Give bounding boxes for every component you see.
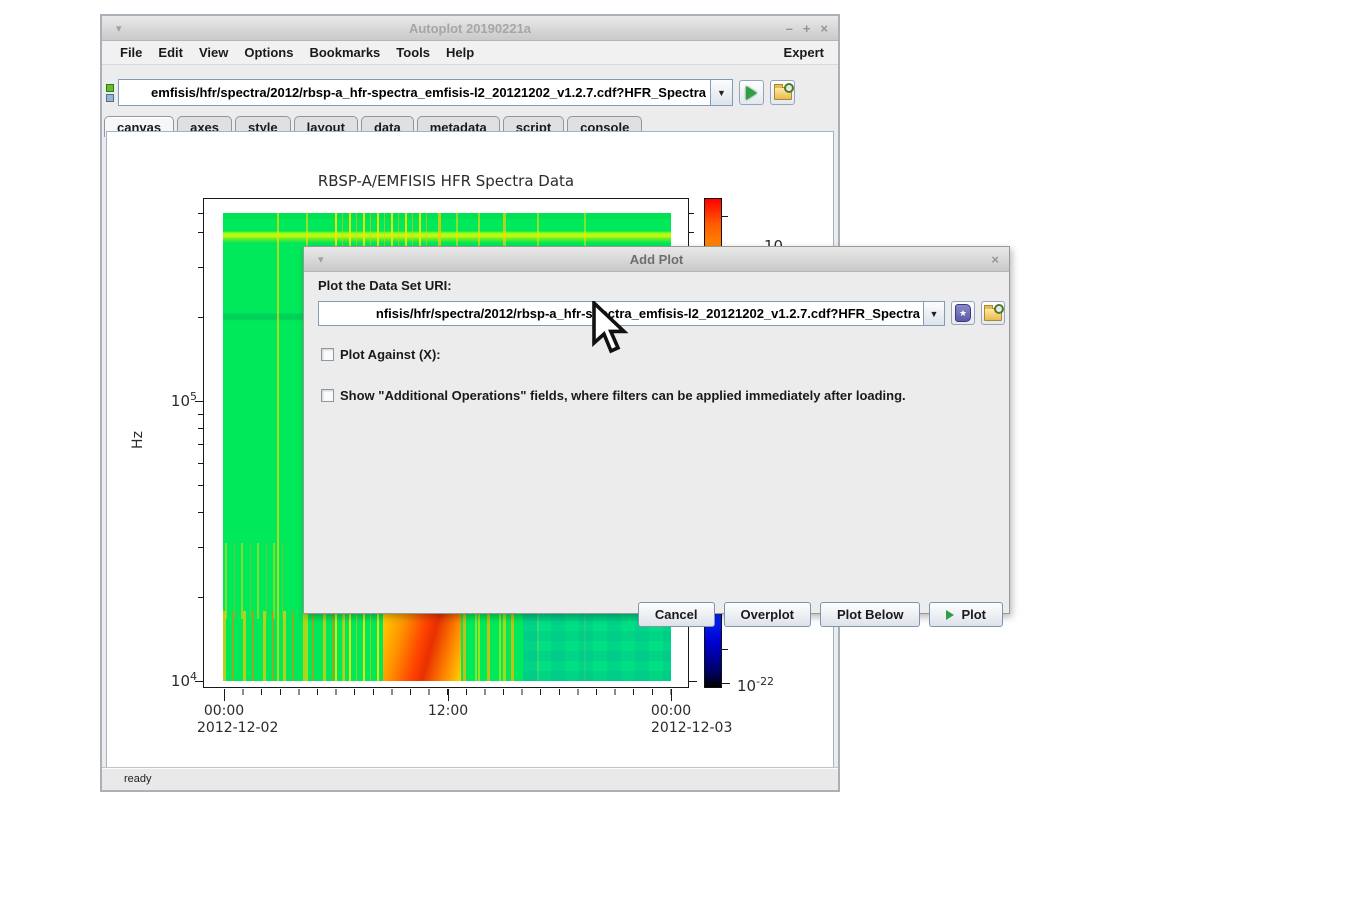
window-title: Autoplot 20190221a xyxy=(102,21,838,36)
menu-help[interactable]: Help xyxy=(438,45,482,60)
uri-toolbar: ▼ xyxy=(102,65,838,114)
cancel-button[interactable]: Cancel xyxy=(638,602,715,627)
menu-view[interactable]: View xyxy=(191,45,236,60)
dialog-bookmark-button[interactable]: ★ xyxy=(951,301,975,325)
maximize-button[interactable]: + xyxy=(803,22,811,35)
folder-magnifier-icon xyxy=(984,308,1002,321)
play-icon xyxy=(746,86,757,100)
dialog-button-row: Cancel Overplot Plot Below Plot xyxy=(638,602,1003,627)
x-tick-label-12: 12:00 xyxy=(418,703,478,719)
plot-button[interactable]: Plot xyxy=(929,602,1003,627)
play-icon xyxy=(946,610,954,620)
x-date-label-left: 2012-12-02 xyxy=(197,720,278,736)
plot-title: RBSP-A/EMFISIS HFR Spectra Data xyxy=(203,172,689,190)
go-plot-button[interactable] xyxy=(739,80,764,105)
dialog-inspect-uri-button[interactable] xyxy=(981,301,1005,325)
star-icon: ★ xyxy=(959,308,967,319)
menu-edit[interactable]: Edit xyxy=(150,45,191,60)
blue-square-icon xyxy=(106,94,114,102)
colorbar-label-1e-22: 10-22 xyxy=(737,675,774,695)
menu-bookmarks[interactable]: Bookmarks xyxy=(301,45,388,60)
expert-mode-label[interactable]: Expert xyxy=(784,45,828,60)
minimize-button[interactable]: – xyxy=(786,22,793,35)
datasource-status-icons xyxy=(106,84,114,102)
dialog-titlebar[interactable]: ▾ Add Plot × xyxy=(304,247,1009,272)
x-axis-major-tick xyxy=(448,689,449,701)
window-titlebar[interactable]: ▾ Autoplot 20190221a – + × xyxy=(102,16,838,41)
green-square-icon xyxy=(106,84,114,92)
add-plot-dialog: ▾ Add Plot × Plot the Data Set URI: ▼ ★ xyxy=(303,246,1010,614)
menu-bar: File Edit View Options Bookmarks Tools H… xyxy=(102,41,838,65)
screen: ▾ Autoplot 20190221a – + × File Edit Vie… xyxy=(0,0,1345,916)
plot-against-label: Plot Against (X): xyxy=(340,347,441,362)
y-tick-label-1e4: 104 xyxy=(155,670,197,690)
dialog-uri-combo: ▼ ★ xyxy=(318,301,1005,326)
spectrogram-red-patch xyxy=(383,607,461,681)
spectrogram-bottom-left-mix xyxy=(223,611,345,681)
dialog-close-button[interactable]: × xyxy=(991,253,999,266)
x-date-label-right: 2012-12-03 xyxy=(651,720,732,736)
menu-tools[interactable]: Tools xyxy=(388,45,438,60)
plot-against-checkbox[interactable] xyxy=(321,348,334,361)
x-tick-label-00-left: 00:00 xyxy=(194,703,254,719)
plot-below-button[interactable]: Plot Below xyxy=(820,602,920,627)
uri-dropdown-button[interactable]: ▼ xyxy=(710,79,733,106)
spectrogram-orange-streaks-midright xyxy=(463,611,523,681)
inspect-uri-button[interactable] xyxy=(770,80,795,105)
dialog-uri-dropdown-button[interactable]: ▼ xyxy=(923,301,945,326)
uri-combo: ▼ xyxy=(118,79,733,106)
chevron-down-icon: ▼ xyxy=(717,88,726,98)
colorbar-tick xyxy=(722,649,728,650)
folder-magnifier-icon xyxy=(774,87,792,100)
dialog-title: Add Plot xyxy=(304,252,1009,267)
show-operations-label: Show "Additional Operations" fields, whe… xyxy=(340,388,906,403)
mouse-cursor xyxy=(590,301,630,364)
dataset-uri-label: Plot the Data Set URI: xyxy=(318,278,452,293)
menu-file[interactable]: File xyxy=(112,45,150,60)
overplot-button[interactable]: Overplot xyxy=(724,602,811,627)
chevron-down-icon: ▼ xyxy=(930,309,939,319)
y-tick-label-1e5: 105 xyxy=(155,390,197,410)
x-axis-major-tick xyxy=(224,689,225,701)
uri-input[interactable] xyxy=(118,79,710,106)
x-axis-major-tick xyxy=(671,689,672,701)
colorbar-tick xyxy=(722,216,728,217)
close-button[interactable]: × xyxy=(820,22,828,35)
spectrogram-left-lower-streaks xyxy=(225,543,289,619)
bookmark-book-icon: ★ xyxy=(955,304,971,322)
status-bar: ready xyxy=(102,767,838,790)
show-operations-checkbox[interactable] xyxy=(321,389,334,402)
menu-options[interactable]: Options xyxy=(236,45,301,60)
colorbar-tick xyxy=(722,683,730,684)
x-tick-label-00-right: 00:00 xyxy=(641,703,701,719)
status-message: ready xyxy=(124,773,152,785)
y-axis-title: Hz xyxy=(130,431,146,449)
